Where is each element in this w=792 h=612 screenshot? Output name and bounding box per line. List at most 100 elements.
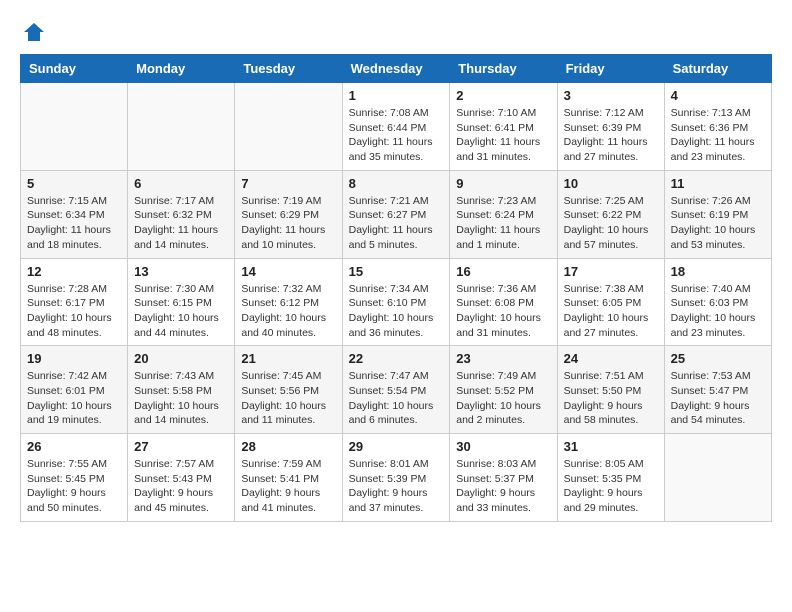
day-info: Sunrise: 7:43 AM Sunset: 5:58 PM Dayligh… [134, 369, 228, 428]
daylight-text: Daylight: 10 hours and 36 minutes. [349, 312, 434, 339]
calendar-day-cell: 15 Sunrise: 7:34 AM Sunset: 6:10 PM Dayl… [342, 258, 450, 346]
sunset-text: Sunset: 6:36 PM [671, 122, 749, 134]
day-number: 19 [27, 351, 121, 366]
sunset-text: Sunset: 6:22 PM [564, 209, 642, 221]
daylight-text: Daylight: 10 hours and 27 minutes. [564, 312, 649, 339]
calendar-day-cell: 28 Sunrise: 7:59 AM Sunset: 5:41 PM Dayl… [235, 434, 342, 522]
daylight-text: Daylight: 10 hours and 40 minutes. [241, 312, 326, 339]
sunset-text: Sunset: 6:01 PM [27, 385, 105, 397]
weekday-header: Friday [557, 55, 664, 83]
day-number: 7 [241, 176, 335, 191]
daylight-text: Daylight: 10 hours and 19 minutes. [27, 400, 112, 427]
day-info: Sunrise: 8:03 AM Sunset: 5:37 PM Dayligh… [456, 457, 550, 516]
sunrise-text: Sunrise: 7:47 AM [349, 370, 429, 382]
weekday-header: Monday [128, 55, 235, 83]
daylight-text: Daylight: 9 hours and 37 minutes. [349, 487, 428, 514]
calendar-week-row: 5 Sunrise: 7:15 AM Sunset: 6:34 PM Dayli… [21, 170, 772, 258]
day-info: Sunrise: 7:57 AM Sunset: 5:43 PM Dayligh… [134, 457, 228, 516]
day-number: 22 [349, 351, 444, 366]
sunset-text: Sunset: 5:35 PM [564, 473, 642, 485]
day-info: Sunrise: 7:59 AM Sunset: 5:41 PM Dayligh… [241, 457, 335, 516]
sunrise-text: Sunrise: 7:59 AM [241, 458, 321, 470]
sunset-text: Sunset: 5:45 PM [27, 473, 105, 485]
sunset-text: Sunset: 6:41 PM [456, 122, 534, 134]
calendar-day-cell: 24 Sunrise: 7:51 AM Sunset: 5:50 PM Dayl… [557, 346, 664, 434]
daylight-text: Daylight: 9 hours and 58 minutes. [564, 400, 643, 427]
calendar-day-cell: 10 Sunrise: 7:25 AM Sunset: 6:22 PM Dayl… [557, 170, 664, 258]
day-number: 6 [134, 176, 228, 191]
day-info: Sunrise: 7:28 AM Sunset: 6:17 PM Dayligh… [27, 282, 121, 341]
daylight-text: Daylight: 10 hours and 23 minutes. [671, 312, 756, 339]
day-number: 24 [564, 351, 658, 366]
day-info: Sunrise: 7:12 AM Sunset: 6:39 PM Dayligh… [564, 106, 658, 165]
daylight-text: Daylight: 11 hours and 14 minutes. [134, 224, 218, 251]
calendar-day-cell: 16 Sunrise: 7:36 AM Sunset: 6:08 PM Dayl… [450, 258, 557, 346]
day-number: 16 [456, 264, 550, 279]
day-info: Sunrise: 8:05 AM Sunset: 5:35 PM Dayligh… [564, 457, 658, 516]
sunrise-text: Sunrise: 7:08 AM [349, 107, 429, 119]
daylight-text: Daylight: 10 hours and 53 minutes. [671, 224, 756, 251]
sunset-text: Sunset: 6:34 PM [27, 209, 105, 221]
sunset-text: Sunset: 6:27 PM [349, 209, 427, 221]
calendar-day-cell: 4 Sunrise: 7:13 AM Sunset: 6:36 PM Dayli… [664, 83, 771, 171]
day-number: 12 [27, 264, 121, 279]
daylight-text: Daylight: 10 hours and 14 minutes. [134, 400, 219, 427]
day-number: 8 [349, 176, 444, 191]
sunrise-text: Sunrise: 7:15 AM [27, 195, 107, 207]
daylight-text: Daylight: 9 hours and 33 minutes. [456, 487, 535, 514]
sunrise-text: Sunrise: 7:30 AM [134, 283, 214, 295]
day-info: Sunrise: 7:08 AM Sunset: 6:44 PM Dayligh… [349, 106, 444, 165]
day-info: Sunrise: 8:01 AM Sunset: 5:39 PM Dayligh… [349, 457, 444, 516]
calendar-day-cell: 5 Sunrise: 7:15 AM Sunset: 6:34 PM Dayli… [21, 170, 128, 258]
sunrise-text: Sunrise: 7:55 AM [27, 458, 107, 470]
calendar-day-cell: 20 Sunrise: 7:43 AM Sunset: 5:58 PM Dayl… [128, 346, 235, 434]
day-number: 10 [564, 176, 658, 191]
page-header [20, 20, 772, 44]
calendar-header-row: SundayMondayTuesdayWednesdayThursdayFrid… [21, 55, 772, 83]
calendar-day-cell: 13 Sunrise: 7:30 AM Sunset: 6:15 PM Dayl… [128, 258, 235, 346]
weekday-header: Wednesday [342, 55, 450, 83]
sunrise-text: Sunrise: 7:25 AM [564, 195, 644, 207]
calendar-day-cell: 25 Sunrise: 7:53 AM Sunset: 5:47 PM Dayl… [664, 346, 771, 434]
day-number: 9 [456, 176, 550, 191]
day-number: 11 [671, 176, 765, 191]
daylight-text: Daylight: 10 hours and 6 minutes. [349, 400, 434, 427]
day-info: Sunrise: 7:30 AM Sunset: 6:15 PM Dayligh… [134, 282, 228, 341]
sunset-text: Sunset: 6:05 PM [564, 297, 642, 309]
day-number: 29 [349, 439, 444, 454]
day-info: Sunrise: 7:38 AM Sunset: 6:05 PM Dayligh… [564, 282, 658, 341]
sunrise-text: Sunrise: 7:53 AM [671, 370, 751, 382]
calendar-day-cell: 17 Sunrise: 7:38 AM Sunset: 6:05 PM Dayl… [557, 258, 664, 346]
day-info: Sunrise: 7:17 AM Sunset: 6:32 PM Dayligh… [134, 194, 228, 253]
daylight-text: Daylight: 10 hours and 57 minutes. [564, 224, 649, 251]
sunrise-text: Sunrise: 7:19 AM [241, 195, 321, 207]
calendar-day-cell: 12 Sunrise: 7:28 AM Sunset: 6:17 PM Dayl… [21, 258, 128, 346]
calendar-day-cell: 2 Sunrise: 7:10 AM Sunset: 6:41 PM Dayli… [450, 83, 557, 171]
calendar-day-cell: 31 Sunrise: 8:05 AM Sunset: 5:35 PM Dayl… [557, 434, 664, 522]
day-number: 13 [134, 264, 228, 279]
calendar-day-cell: 18 Sunrise: 7:40 AM Sunset: 6:03 PM Dayl… [664, 258, 771, 346]
daylight-text: Daylight: 10 hours and 31 minutes. [456, 312, 541, 339]
sunrise-text: Sunrise: 7:42 AM [27, 370, 107, 382]
sunrise-text: Sunrise: 8:05 AM [564, 458, 644, 470]
sunset-text: Sunset: 5:54 PM [349, 385, 427, 397]
calendar-day-cell: 27 Sunrise: 7:57 AM Sunset: 5:43 PM Dayl… [128, 434, 235, 522]
calendar-day-cell: 7 Sunrise: 7:19 AM Sunset: 6:29 PM Dayli… [235, 170, 342, 258]
day-info: Sunrise: 7:36 AM Sunset: 6:08 PM Dayligh… [456, 282, 550, 341]
sunset-text: Sunset: 6:08 PM [456, 297, 534, 309]
day-number: 25 [671, 351, 765, 366]
sunrise-text: Sunrise: 7:36 AM [456, 283, 536, 295]
calendar-day-cell: 14 Sunrise: 7:32 AM Sunset: 6:12 PM Dayl… [235, 258, 342, 346]
day-info: Sunrise: 7:10 AM Sunset: 6:41 PM Dayligh… [456, 106, 550, 165]
daylight-text: Daylight: 11 hours and 35 minutes. [349, 136, 433, 163]
daylight-text: Daylight: 9 hours and 54 minutes. [671, 400, 750, 427]
day-number: 20 [134, 351, 228, 366]
weekday-header: Thursday [450, 55, 557, 83]
logo [20, 20, 48, 44]
sunset-text: Sunset: 6:12 PM [241, 297, 319, 309]
day-info: Sunrise: 7:21 AM Sunset: 6:27 PM Dayligh… [349, 194, 444, 253]
calendar-week-row: 26 Sunrise: 7:55 AM Sunset: 5:45 PM Dayl… [21, 434, 772, 522]
sunset-text: Sunset: 6:19 PM [671, 209, 749, 221]
sunset-text: Sunset: 6:24 PM [456, 209, 534, 221]
sunrise-text: Sunrise: 8:01 AM [349, 458, 429, 470]
